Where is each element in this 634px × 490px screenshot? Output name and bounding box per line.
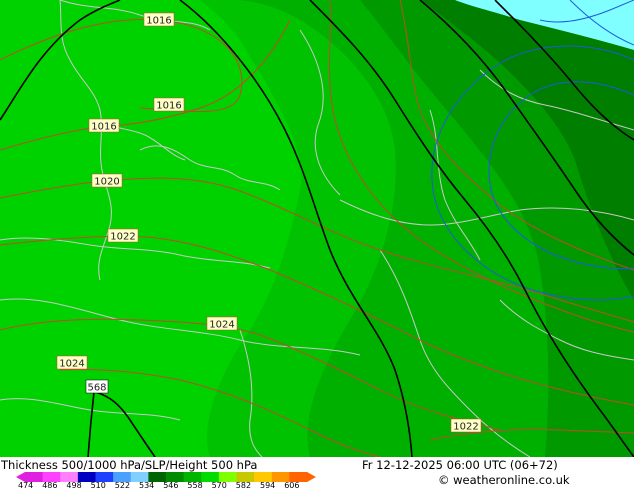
pressure-label: 1016 <box>143 12 175 27</box>
colorbar-tick-label: 510 <box>90 481 106 490</box>
svg-text:1024: 1024 <box>209 320 234 331</box>
credit-link[interactable]: © weatheronline.co.uk <box>438 473 570 487</box>
height-label: 568 <box>85 379 109 394</box>
weather-map-viewer: 1016 1016 1016 1020 1022 1024 1024 1022 … <box>0 0 634 490</box>
run-info: Fr 12-12-2025 06:00 UTC (06+72) <box>362 458 558 472</box>
pressure-label: 1020 <box>91 173 123 188</box>
pressure-label: 1022 <box>450 418 482 433</box>
map-title: Thickness 500/1000 hPa/SLP/Height 500 hP… <box>1 458 258 472</box>
colorbar-tick-label: 522 <box>114 481 131 490</box>
colorbar-tick-label: 486 <box>42 481 58 490</box>
map-canvas: 1016 1016 1016 1020 1022 1024 1024 1022 … <box>0 0 634 457</box>
svg-text:1016: 1016 <box>156 101 181 112</box>
colorbar-tick-label: 534 <box>139 481 155 490</box>
colorbar-tick-label: 546 <box>163 481 179 490</box>
pressure-label: 1024 <box>56 355 88 370</box>
pressure-label: 1016 <box>88 118 120 133</box>
colorbar-tick-label: 606 <box>284 481 300 490</box>
svg-text:1022: 1022 <box>453 422 478 433</box>
colorbar-tick-label: 594 <box>260 481 276 490</box>
colorbar-tick-label: 582 <box>235 481 252 490</box>
svg-text:568: 568 <box>87 383 106 394</box>
pressure-label: 1024 <box>206 316 238 331</box>
pressure-label: 1022 <box>107 228 139 243</box>
svg-text:1016: 1016 <box>91 122 116 133</box>
svg-text:1024: 1024 <box>59 359 84 370</box>
legend-bar: Thickness 500/1000 hPa/SLP/Height 500 hP… <box>0 457 634 490</box>
colorbar-tick-label: 570 <box>211 481 227 490</box>
svg-text:1016: 1016 <box>146 16 171 27</box>
colorbar-tick-label: 558 <box>187 481 203 490</box>
colorbar-tick-label: 474 <box>18 481 34 490</box>
svg-text:1022: 1022 <box>110 232 135 243</box>
colorbar-arrow-right <box>307 472 316 482</box>
pressure-label: 1016 <box>153 97 185 112</box>
colorbar-tick-label: 498 <box>66 481 82 490</box>
svg-text:1020: 1020 <box>94 177 119 188</box>
